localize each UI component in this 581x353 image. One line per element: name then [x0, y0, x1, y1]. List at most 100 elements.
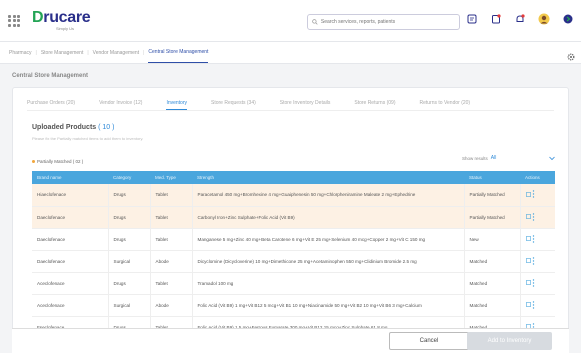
tab-store-returns[interactable]: Store Returns (09) [354, 97, 395, 110]
subnav-item-store-management[interactable]: Store Management [41, 43, 84, 63]
search-icon [312, 19, 318, 25]
more-options-icon[interactable] [532, 190, 535, 199]
edit-icon[interactable] [525, 302, 531, 308]
footer-bar: Cancel Add to Inventory [12, 328, 569, 353]
col-category[interactable]: Category [108, 171, 150, 184]
tab-store-requests[interactable]: Store Requests (34) [211, 97, 256, 110]
page-title: Central Store Management [12, 73, 89, 79]
uploaded-products-title: Uploaded Products ( 10 ) [32, 124, 114, 131]
cell-strength: Carbonyl Iron+Zinc Sulphate+Folic Acid (… [191, 206, 464, 229]
cell-category: Surgical [107, 294, 150, 317]
cell-category: Drugs [107, 206, 150, 229]
tab-inventory[interactable]: Inventory [166, 97, 188, 110]
cell-strength: Paracetamol 450 mg+Bromhexine 4 mg+Guaip… [191, 184, 464, 207]
table-row[interactable]: Aceclofenace Surgical Abode Folic Acid (Vit… [32, 294, 555, 317]
settings-gear-icon[interactable] [567, 48, 575, 66]
cell-med-type: Tablet [149, 272, 192, 295]
more-options-icon[interactable] [532, 234, 535, 244]
edit-icon[interactable] [525, 214, 531, 220]
clipboard-icon[interactable] [489, 12, 503, 26]
logo-tagline: Simply Us [56, 26, 75, 31]
cell-brand: Aceclofenace [32, 294, 108, 317]
subnav-item-vendor-management[interactable]: Vendor Management [93, 43, 139, 63]
edit-icon[interactable] [525, 258, 531, 264]
cell-brand: Daeclofenace [32, 206, 108, 229]
cell-med-type: Abode [149, 294, 192, 317]
col-med-type[interactable]: Med. Type [150, 171, 192, 184]
more-options-icon[interactable] [532, 212, 535, 222]
search-box[interactable] [307, 14, 460, 30]
table-row[interactable]: Hiaeclofenace Drugs Tablet Paracetamol 450 … [32, 184, 555, 207]
table-row[interactable]: Aceclofenace Drugs Tablet Tramadol 100 mg Ma… [32, 272, 555, 295]
table-row[interactable]: Daeclofenace Surgical Abode Dicyclomine (Di… [32, 250, 555, 273]
subnav-separator: | [143, 49, 145, 56]
col-brand-name[interactable]: Brand name [32, 171, 108, 184]
cell-actions [519, 184, 555, 207]
bell-icon[interactable] [513, 12, 527, 26]
cell-actions [519, 272, 555, 295]
cell-category: Surgical [107, 250, 150, 273]
subnav-item-pharmacy[interactable]: Pharmacy [9, 43, 32, 63]
cell-status: Partially Matched [463, 206, 520, 229]
cell-med-type: Tablet [149, 206, 192, 229]
avatar-icon[interactable] [537, 12, 551, 26]
uploaded-count: ( 10 ) [98, 124, 115, 131]
cell-actions [519, 294, 555, 317]
col-actions: Actions [520, 171, 555, 184]
subnav-item-central-store[interactable]: Central Store Management [148, 42, 209, 63]
uploaded-subtitle: Please fix the Partially matched items t… [32, 136, 144, 141]
col-strength[interactable]: Strength [192, 171, 464, 184]
tab-purchase-orders[interactable]: Purchase Orders (20) [27, 97, 75, 110]
cell-brand: Daeclofenace [32, 228, 108, 251]
cancel-button[interactable]: Cancel [389, 332, 469, 350]
table-row[interactable]: Daeclofenace Drugs Tablet Manganese 5 mg+Zi… [32, 228, 555, 251]
products-table: Brand name Category Med. Type Strength S… [32, 171, 555, 339]
cell-status: New [463, 228, 520, 251]
show-results-select[interactable]: Show results All [462, 155, 555, 161]
add-to-inventory-button[interactable]: Add to Inventory [467, 332, 552, 350]
breadcrumb-nav: Pharmacy | Store Management | Vendor Man… [0, 42, 581, 64]
note-icon[interactable] [465, 12, 479, 26]
logout-icon[interactable] [561, 12, 575, 26]
edit-icon[interactable] [525, 236, 531, 242]
table-row[interactable]: Daeclofenace Drugs Tablet Carbonyl Iron+Zin… [32, 206, 555, 229]
show-results-value: All [490, 155, 497, 161]
cell-med-type: Tablet [149, 228, 192, 251]
edit-icon[interactable] [525, 280, 531, 286]
cell-status: Partially Matched [463, 184, 520, 207]
col-status[interactable]: Status [464, 171, 520, 184]
cell-status: Matched [463, 272, 520, 295]
uploaded-title-text: Uploaded Products [32, 124, 97, 131]
cell-strength: Folic Acid (Vit B9) 1 mg+Vit B12 5 mcg+V… [191, 294, 464, 317]
subnav-separator: | [87, 49, 89, 56]
chevron-down-icon [549, 156, 555, 160]
tab-divider [27, 110, 554, 111]
legend-dot [32, 160, 35, 163]
cell-med-type: Tablet [149, 184, 192, 207]
edit-icon[interactable] [525, 191, 531, 198]
cell-strength: Dicyclomine (Dicycloverine) 10 mg+Dimeth… [191, 250, 464, 273]
partially-matched-legend: Partially Matched ( 02 ) [32, 159, 83, 164]
more-options-icon[interactable] [532, 256, 535, 266]
cell-brand: Hiaeclofenace [32, 184, 108, 207]
table-header-row: Brand name Category Med. Type Strength S… [32, 171, 555, 184]
tab-returns-to-vendor[interactable]: Returns to Vendor (20) [420, 97, 471, 110]
more-options-icon[interactable] [532, 300, 535, 310]
cell-actions [519, 250, 555, 273]
logo[interactable]: Drucare Simply Us [32, 9, 91, 31]
tab-vendor-invoice[interactable]: Vendor Invoice (12) [99, 97, 142, 110]
tab-store-inventory-details[interactable]: Store Inventory Details [280, 97, 331, 110]
more-options-icon[interactable] [532, 278, 535, 288]
cell-category: Drugs [107, 184, 150, 207]
cell-brand: Daeclofenace [32, 250, 108, 273]
cell-category: Drugs [107, 272, 150, 295]
cell-category: Drugs [107, 228, 150, 251]
logo-letter: D [32, 9, 44, 26]
cell-med-type: Abode [149, 250, 192, 273]
cell-actions [519, 206, 555, 229]
subnav-separator: | [35, 49, 37, 56]
search-input[interactable] [320, 19, 459, 25]
tab-bar: Purchase Orders (20) Vendor Invoice (12)… [27, 97, 494, 110]
app-grid-icon[interactable] [8, 14, 20, 27]
cell-brand: Aceclofenace [32, 272, 108, 295]
